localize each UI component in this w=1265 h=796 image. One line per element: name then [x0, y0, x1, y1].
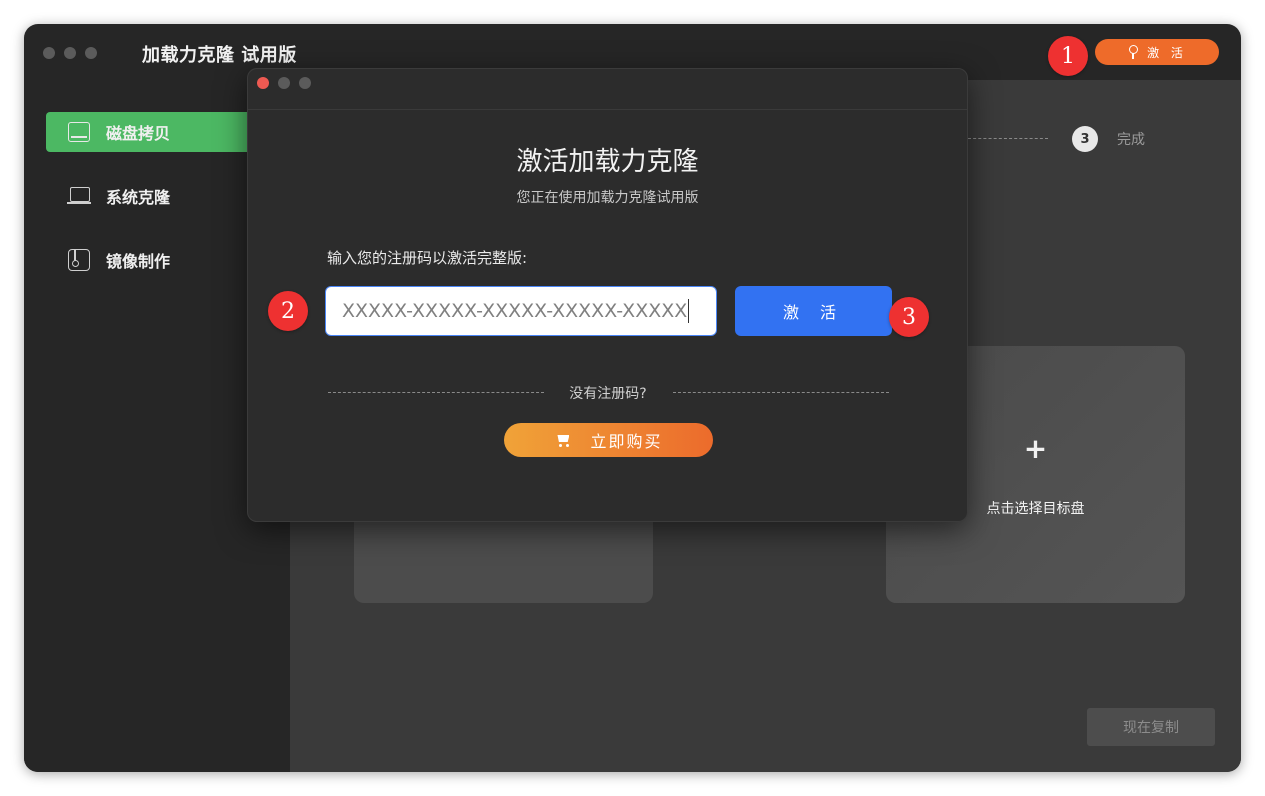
dialog-close-button[interactable] — [257, 77, 269, 89]
dialog-title-bar — [248, 69, 967, 110]
image-file-icon — [68, 249, 90, 271]
sidebar-item-label: 磁盘拷贝 — [106, 124, 171, 143]
no-code-divider: 没有注册码? — [328, 382, 889, 402]
copy-now-button[interactable]: 现在复制 — [1087, 708, 1215, 746]
activate-top-button[interactable]: 激 活 — [1095, 39, 1219, 65]
annotation-marker-1: 1 — [1048, 36, 1088, 76]
sidebar-item-system-clone[interactable]: 系统克隆 — [46, 176, 276, 216]
sidebar-item-disk-copy[interactable]: 磁盘拷贝 — [46, 112, 276, 152]
dialog-minimize-button[interactable] — [278, 77, 290, 89]
window-close-button[interactable] — [43, 47, 55, 59]
text-caret — [688, 299, 690, 323]
window-minimize-button[interactable] — [64, 47, 76, 59]
step-connector — [968, 138, 1048, 139]
registration-prompt: 输入您的注册码以激活完整版: — [327, 249, 528, 267]
dialog-zoom-button[interactable] — [299, 77, 311, 89]
sidebar-item-label: 系统克隆 — [106, 188, 171, 207]
registration-code-input[interactable]: XXXXX-XXXXX-XXXXX-XXXXX-XXXXX — [325, 286, 717, 336]
key-icon — [1127, 45, 1139, 59]
buy-now-button[interactable]: 立即购买 — [504, 423, 713, 457]
annotation-marker-3: 3 — [889, 297, 929, 337]
step-number-badge: 3 — [1072, 126, 1098, 152]
dashed-line-right — [673, 392, 889, 393]
no-code-text: 没有注册码? — [569, 386, 647, 402]
sidebar-item-image-making[interactable]: 镜像制作 — [46, 240, 276, 280]
step-label: 完成 — [1117, 132, 1145, 148]
activate-top-label: 激 活 — [1147, 45, 1187, 60]
activate-button[interactable]: 激 活 — [735, 286, 892, 336]
buy-now-label: 立即购买 — [590, 432, 663, 451]
dialog-title: 激活加载力克隆 — [516, 147, 699, 177]
app-title: 加载力克隆 试用版 — [142, 45, 297, 66]
registration-code-value: XXXXX-XXXXX-XXXXX-XXXXX-XXXXX — [342, 300, 688, 322]
disk-icon — [68, 122, 90, 142]
activation-dialog: 激活加载力克隆 您正在使用加载力克隆试用版 输入您的注册码以激活完整版: XXX… — [247, 68, 968, 522]
dialog-subtitle: 您正在使用加载力克隆试用版 — [516, 190, 699, 206]
annotation-marker-2: 2 — [268, 291, 308, 331]
cart-icon — [554, 433, 572, 447]
laptop-icon — [67, 187, 91, 205]
window-zoom-button[interactable] — [85, 47, 97, 59]
sidebar-item-label: 镜像制作 — [106, 252, 171, 271]
